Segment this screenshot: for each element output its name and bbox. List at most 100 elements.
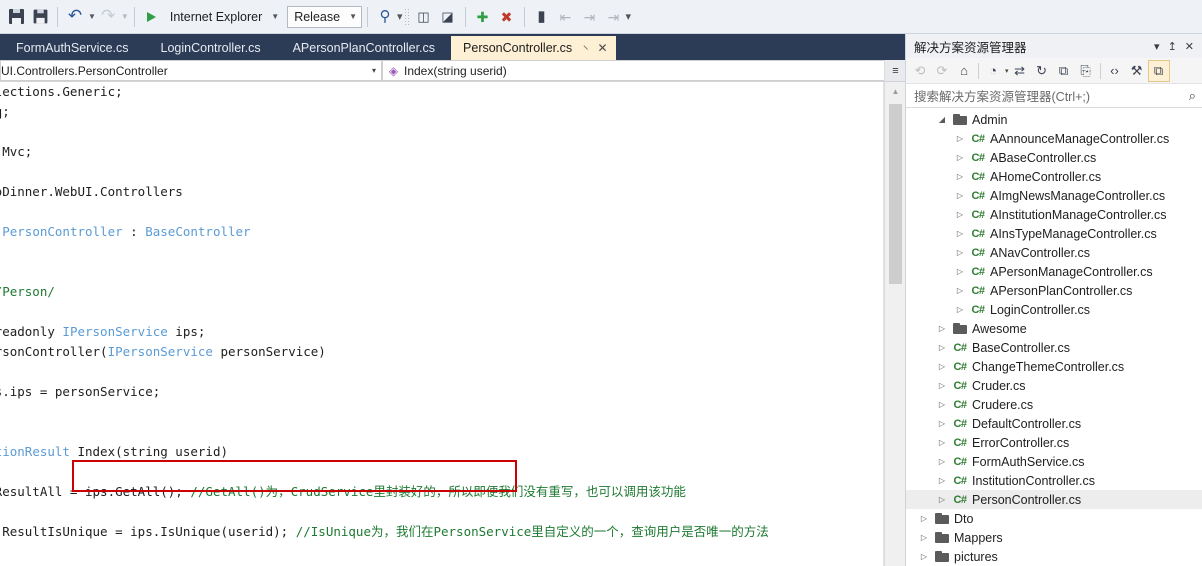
uncomment-selection-icon[interactable]: ◪ [436, 5, 460, 29]
next-bookmark-icon[interactable]: ⇥ [578, 5, 602, 29]
solution-explorer-search[interactable]: 搜索解决方案资源管理器(Ctrl+;) ⌕ [906, 84, 1202, 108]
expander-collapsed-icon[interactable]: ▷ [934, 438, 950, 447]
expander-collapsed-icon[interactable]: ▷ [952, 286, 968, 295]
tree-item[interactable]: ▷ C# DefaultController.cs [906, 414, 1202, 433]
expander-collapsed-icon[interactable]: ▷ [952, 229, 968, 238]
tree-item[interactable]: ▷ C# ABaseController.cs [906, 148, 1202, 167]
tree-item[interactable]: ▷ C# LoginController.cs [906, 300, 1202, 319]
expander-collapsed-icon[interactable]: ▷ [934, 400, 950, 409]
toggle-bookmark-icon[interactable]: ▮ [530, 5, 554, 29]
expander-collapsed-icon[interactable]: ▷ [934, 495, 950, 504]
expander-collapsed-icon[interactable]: ▷ [934, 362, 950, 371]
scrollbar-thumb[interactable] [889, 104, 902, 284]
undo-dropdown-caret-icon[interactable]: ▼ [88, 12, 96, 21]
tab-logincontroller[interactable]: LoginController.cs [145, 36, 277, 60]
sync-with-active-document-button[interactable]: ⇄ [1009, 60, 1031, 82]
forward-button[interactable]: ⟳ [931, 60, 953, 82]
redo-icon[interactable]: ↶ [96, 5, 120, 29]
expander-collapsed-icon[interactable]: ▷ [952, 305, 968, 314]
delete-breakpoint-icon[interactable]: ✖ [495, 5, 519, 29]
tree-item[interactable]: ▷ C# APersonManageController.cs [906, 262, 1202, 281]
expander-collapsed-icon[interactable]: ▷ [916, 514, 932, 523]
member-dropdown[interactable]: ◈ Index(string userid) ▾ [382, 60, 905, 81]
expander-collapsed-icon[interactable]: ▷ [952, 172, 968, 181]
preview-selected-items-button[interactable]: ⧉ [1147, 59, 1170, 82]
tree-item[interactable]: ▷ Dto [906, 509, 1202, 528]
search-icon[interactable]: ⌕ [1189, 88, 1196, 104]
tree-item[interactable]: ▷ C# AInstitutionManageController.cs [906, 205, 1202, 224]
expander-collapsed-icon[interactable]: ▷ [934, 381, 950, 390]
expander-collapsed-icon[interactable]: ▷ [934, 457, 950, 466]
expander-expanded-icon[interactable]: ◢ [934, 115, 950, 124]
tree-item[interactable]: ▷ C# ErrorController.cs [906, 433, 1202, 452]
pin-tab-icon[interactable]: − [579, 41, 592, 54]
pending-changes-filter-button[interactable]: ◔ [982, 60, 1004, 82]
expander-collapsed-icon[interactable]: ▷ [952, 248, 968, 257]
find-dropdown-caret-icon[interactable]: ▾ [397, 10, 402, 23]
expander-collapsed-icon[interactable]: ▷ [952, 153, 968, 162]
expander-collapsed-icon[interactable]: ▷ [952, 267, 968, 276]
expander-collapsed-icon[interactable]: ▷ [934, 343, 950, 352]
type-dropdown[interactable]: UI.Controllers.PersonController ▾ [0, 60, 382, 81]
panel-menu-icon[interactable]: ▾ [1150, 40, 1164, 53]
tree-item[interactable]: ▷ C# Crudere.cs [906, 395, 1202, 414]
tree-item[interactable]: ▷ C# AAnnounceManageController.cs [906, 129, 1202, 148]
solution-explorer-tree[interactable]: ◢ Admin ▷ C# AAnnounceManageController.cs ▷ C#… [906, 108, 1202, 566]
view-code-button[interactable]: ‹› [1104, 60, 1126, 82]
expander-collapsed-icon[interactable]: ▷ [952, 210, 968, 219]
find-in-files-icon[interactable]: ⚲ [373, 5, 397, 29]
tree-item[interactable]: ▷ C# BaseController.cs [906, 338, 1202, 357]
solution-configuration-dropdown[interactable]: Release ▼ [287, 5, 362, 28]
tree-item[interactable]: ▷ C# FormAuthService.cs [906, 452, 1202, 471]
tree-item[interactable]: ▷ C# ANavController.cs [906, 243, 1202, 262]
tree-item[interactable]: ▷ C# InstitutionController.cs [906, 471, 1202, 490]
expander-collapsed-icon[interactable]: ▷ [952, 134, 968, 143]
tab-personcontroller[interactable]: PersonController.cs − ✕ [451, 36, 616, 60]
expander-collapsed-icon[interactable]: ▷ [916, 552, 932, 561]
properties-button[interactable]: ⚒ [1126, 60, 1148, 82]
panel-close-icon[interactable]: ✕ [1181, 40, 1198, 53]
tree-item-selected[interactable]: ▷ C# PersonController.cs [906, 490, 1202, 509]
redo-dropdown-caret-icon[interactable]: ▼ [121, 12, 129, 21]
expander-collapsed-icon[interactable]: ▷ [934, 476, 950, 485]
comment-selection-icon[interactable]: ◫ [412, 5, 436, 29]
code-editor[interactable]: tem.Collections.Generic; tem.Linq; tem.Web… [0, 82, 884, 566]
editor-vertical-scrollbar[interactable]: ≡ ▲ [884, 60, 906, 566]
panel-pin-icon[interactable]: ↥ [1164, 40, 1181, 53]
home-button[interactable]: ⌂ [953, 60, 975, 82]
expander-collapsed-icon[interactable]: ▷ [934, 419, 950, 428]
expander-collapsed-icon[interactable]: ▷ [952, 191, 968, 200]
show-all-files-button[interactable]: ⎘ [1075, 60, 1097, 82]
tree-item[interactable]: ▷ C# AInsTypeManageController.cs [906, 224, 1202, 243]
tab-apersonplancontroller[interactable]: APersonPlanController.cs [277, 36, 451, 60]
collapse-all-button[interactable]: ⧉ [1053, 60, 1075, 82]
toolbar-grip[interactable] [403, 7, 410, 26]
scroll-up-arrow-icon[interactable]: ▲ [885, 83, 906, 100]
editor-split-control[interactable]: ≡ [885, 60, 906, 82]
search-input[interactable]: 搜索解决方案资源管理器(Ctrl+;) [914, 86, 1189, 105]
add-breakpoint-icon[interactable]: ✚ [471, 5, 495, 29]
tree-item[interactable]: ▷ C# AHomeController.cs [906, 167, 1202, 186]
tree-item[interactable]: ◢ Admin [906, 110, 1202, 129]
clear-bookmarks-icon[interactable]: ⇥ [602, 5, 626, 29]
tree-item[interactable]: ▷ Awesome [906, 319, 1202, 338]
undo-icon[interactable]: ↶ [63, 5, 87, 29]
tree-item[interactable]: ▷ C# ChangeThemeController.cs [906, 357, 1202, 376]
tree-item[interactable]: ▷ pictures [906, 547, 1202, 566]
start-debugging-icon[interactable] [140, 5, 164, 29]
refresh-button[interactable]: ↻ [1031, 60, 1053, 82]
tree-item[interactable]: ▷ C# APersonPlanController.cs [906, 281, 1202, 300]
previous-bookmark-icon[interactable]: ⇤ [554, 5, 578, 29]
close-tab-icon[interactable]: ✕ [598, 41, 608, 55]
expander-collapsed-icon[interactable]: ▷ [934, 324, 950, 333]
tree-item[interactable]: ▷ Mappers [906, 528, 1202, 547]
save-all-icon[interactable] [28, 5, 52, 29]
tree-item[interactable]: ▷ C# Cruder.cs [906, 376, 1202, 395]
back-button[interactable]: ⟲ [909, 60, 931, 82]
save-icon[interactable] [4, 5, 28, 29]
debug-target-dropdown[interactable]: Internet Explorer ▼ [164, 6, 281, 28]
code-surface[interactable]: tem.Collections.Generic; tem.Linq; tem.Web… [0, 82, 769, 566]
tree-item[interactable]: ▷ C# AImgNewsManageController.cs [906, 186, 1202, 205]
expander-collapsed-icon[interactable]: ▷ [916, 533, 932, 542]
tab-formauthservice[interactable]: FormAuthService.cs [0, 36, 145, 60]
